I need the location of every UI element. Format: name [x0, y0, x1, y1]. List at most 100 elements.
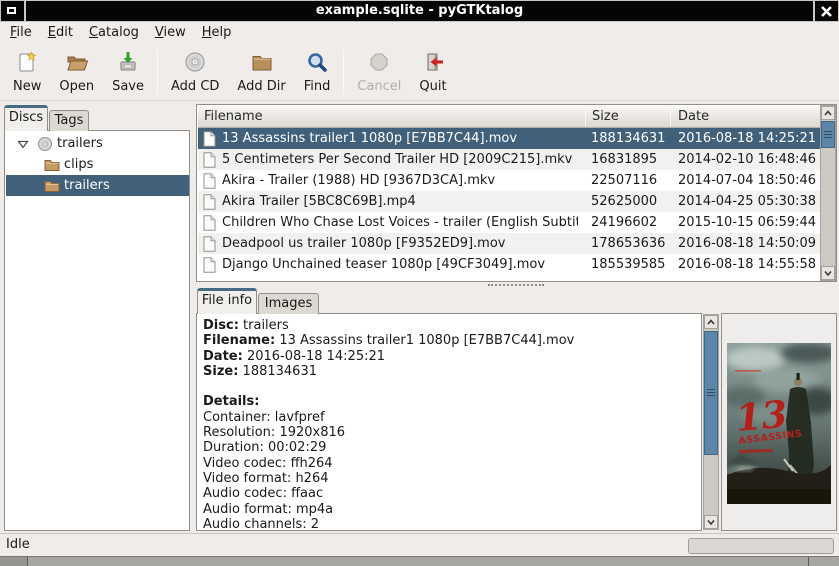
resize-handle-left[interactable]	[0, 557, 28, 566]
resize-handle-right[interactable]	[808, 557, 809, 566]
file-name-cell: Children Who Chase Lost Voices - trailer…	[222, 212, 578, 233]
scroll-down-button[interactable]	[704, 515, 718, 529]
toolbar: New Open Save Add CD Add DirFindCancel Quit	[0, 44, 839, 101]
disc-tree: trailersclipstrailers	[4, 130, 190, 531]
info-field-label: Disc:	[203, 318, 239, 333]
image-preview-panel: 13 ASSASSINS	[721, 313, 837, 531]
tree-item-clips[interactable]: clips	[6, 154, 189, 175]
tab-file-info-label: File info	[202, 293, 252, 308]
find-icon	[305, 50, 329, 78]
save-icon	[116, 50, 140, 78]
new-button[interactable]: New	[4, 47, 50, 97]
file-row[interactable]: Akira - Trailer (1988) HD [9367D3CA].mkv…	[198, 170, 820, 191]
window-title: example.sqlite - pyGTKtalog	[26, 1, 813, 21]
find-button[interactable]: Find	[295, 47, 340, 97]
toolbar-button-label: Save	[112, 79, 144, 94]
file-date-cell: 2014-07-04 18:50:46	[678, 170, 818, 191]
file-date-cell: 2015-10-15 06:59:44	[678, 212, 818, 233]
app-window: example.sqlite - pyGTKtalog FileEditCata…	[0, 0, 839, 566]
info-field-value: 188134631	[243, 364, 317, 379]
file-row[interactable]: 13 Assassins trailer1 1080p [E7BB7C44].m…	[198, 128, 820, 149]
toolbar-separator	[343, 50, 344, 94]
tab-tags[interactable]: Tags	[49, 110, 89, 131]
menu-file[interactable]: File	[2, 22, 40, 44]
file-name-cell: 13 Assassins trailer1 1080p [E7BB7C44].m…	[222, 128, 578, 149]
info-detail-line: Resolution: 1920x816	[197, 425, 701, 440]
new-document-icon	[15, 50, 39, 78]
column-header-size[interactable]: Size	[592, 106, 619, 127]
menu-catalog[interactable]: Catalog	[81, 22, 147, 44]
open-button[interactable]: Open	[50, 47, 103, 97]
window-resize-border[interactable]	[0, 556, 839, 566]
progress-bar	[688, 538, 834, 554]
tab-file-info[interactable]: File info	[197, 288, 257, 314]
scroll-thumb[interactable]	[704, 331, 718, 455]
file-row[interactable]: Akira Trailer [5BC8C69B].mp4526250002014…	[198, 191, 820, 212]
info-field-label: Date:	[203, 349, 243, 364]
window-close-button[interactable]	[815, 1, 838, 21]
scroll-up-button[interactable]	[821, 106, 835, 120]
column-separator[interactable]	[585, 108, 586, 126]
statusbar: Idle	[0, 533, 839, 556]
info-detail-line: Audio channels: 2	[197, 517, 701, 531]
pane-splitter[interactable]	[196, 282, 837, 288]
info-detail-line: Container: lavfpref	[197, 410, 701, 425]
chevron-up-icon	[823, 109, 833, 117]
cancel-icon	[367, 50, 391, 78]
scroll-up-button[interactable]	[704, 315, 718, 329]
scroll-thumb-grip	[707, 389, 715, 397]
tab-images[interactable]: Images	[258, 293, 319, 314]
file-list-header: Filename Size Date	[198, 106, 820, 128]
info-detail-line: Duration: 00:02:29	[197, 440, 701, 455]
file-row[interactable]: Deadpool us trailer 1080p [F9352ED9].mov…	[198, 233, 820, 254]
file-date-cell: 2016-08-18 14:25:21	[678, 128, 818, 149]
add-dir-button[interactable]: Add Dir	[228, 47, 294, 97]
info-detail-line: Audio format: mp4a	[197, 502, 701, 517]
file-name-cell: Django Unchained teaser 1080p [49CF3049]…	[222, 254, 578, 275]
menu-help[interactable]: Help	[194, 22, 240, 44]
toolbar-button-label: New	[13, 79, 41, 94]
add-cd-button[interactable]: Add CD	[162, 47, 228, 97]
menu-view[interactable]: View	[147, 22, 194, 44]
poster-image: 13 ASSASSINS	[727, 343, 831, 504]
file-size-cell: 16831895	[591, 149, 666, 170]
file-info-panel: Disc: trailersFilename: 13 Assassins tra…	[196, 313, 702, 531]
info-field-label: Filename:	[203, 333, 275, 348]
column-header-date[interactable]: Date	[678, 106, 709, 127]
file-info-scrollbar[interactable]	[703, 314, 719, 530]
tree-item-trailers[interactable]: trailers	[6, 175, 189, 196]
tab-discs[interactable]: Discs	[4, 105, 48, 131]
file-row[interactable]: 5 Centimeters Per Second Trailer HD [200…	[198, 149, 820, 170]
scroll-thumb[interactable]	[821, 121, 835, 148]
cancel-button[interactable]: Cancel	[348, 47, 410, 97]
add-dir-icon	[250, 50, 274, 78]
file-size-cell: 185539585	[591, 254, 666, 275]
file-list-scrollbar[interactable]	[820, 105, 836, 281]
info-field-value: 13 Assassins trailer1 1080p [E7BB7C44].m…	[279, 333, 574, 348]
info-field: Date: 2016-08-18 14:25:21	[197, 349, 701, 364]
file-row[interactable]: Children Who Chase Lost Voices - trailer…	[198, 212, 820, 233]
splitter-grip-icon	[488, 284, 544, 286]
tree-item-trailers[interactable]: trailers	[6, 133, 189, 154]
quit-button[interactable]: Quit	[410, 47, 455, 97]
titlebar: example.sqlite - pyGTKtalog	[0, 0, 839, 22]
window-title-text: example.sqlite - pyGTKtalog	[316, 3, 523, 18]
file-size-cell: 22507116	[591, 170, 666, 191]
scroll-down-button[interactable]	[821, 266, 835, 280]
toolbar-button-label: Quit	[419, 79, 446, 94]
toolbar-button-label: Add CD	[171, 79, 219, 94]
info-detail-line: Audio codec: ffaac	[197, 486, 701, 501]
column-header-filename[interactable]: Filename	[204, 106, 263, 127]
file-date-cell: 2016-08-18 14:55:58	[678, 254, 818, 275]
save-button[interactable]: Save	[103, 47, 153, 97]
window-menu-button[interactable]	[1, 1, 24, 21]
file-row[interactable]: Django Unchained teaser 1080p [49CF3049]…	[198, 254, 820, 275]
info-field: Size: 188134631	[197, 364, 701, 379]
tab-images-label: Images	[265, 296, 313, 311]
column-separator[interactable]	[670, 108, 671, 126]
menu-edit[interactable]: Edit	[40, 22, 81, 44]
info-blank-line	[197, 379, 701, 394]
chevron-down-icon	[706, 518, 716, 526]
file-size-cell: 178653636	[591, 233, 666, 254]
quit-icon	[421, 50, 445, 78]
